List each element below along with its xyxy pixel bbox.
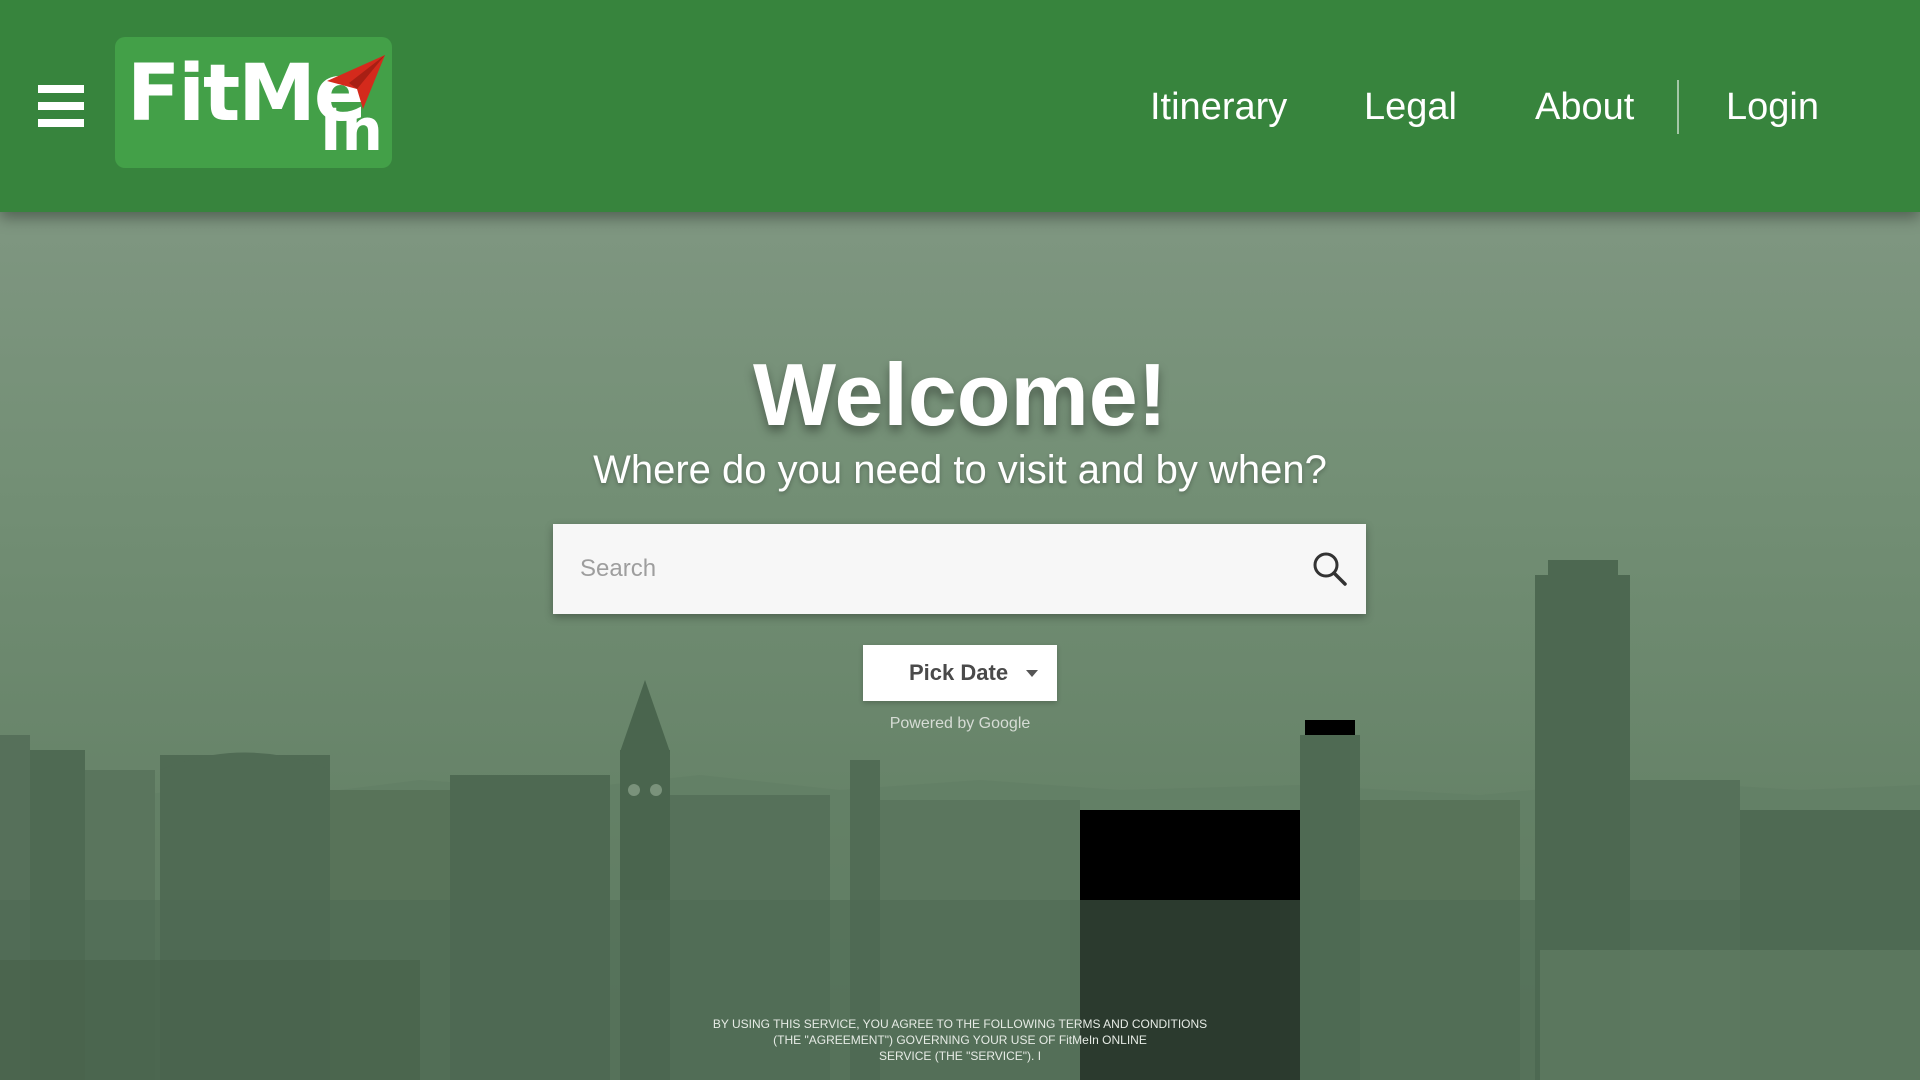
powered-by-google: Powered by Google: [889, 715, 1031, 732]
nav-divider: [1677, 80, 1679, 134]
paper-plane-arrow-icon: [327, 55, 385, 109]
fitmein-logo[interactable]: FitMe In: [115, 37, 392, 168]
terms-line-2: (THE "AGREEMENT") GOVERNING YOUR USE OF …: [773, 1033, 1147, 1047]
search-button[interactable]: [1293, 524, 1366, 614]
pick-date-button[interactable]: Pick Date: [863, 645, 1057, 701]
welcome-subtitle: Where do you need to visit and by when?: [593, 448, 1327, 492]
nav-itinerary-link[interactable]: Itinerary: [1150, 80, 1287, 134]
nav-legal-link[interactable]: Legal: [1364, 80, 1457, 134]
nav-login-link[interactable]: Login: [1726, 80, 1819, 134]
caret-down-icon: [1026, 670, 1038, 677]
welcome-heading: Welcome!: [752, 345, 1168, 444]
search-icon: [1313, 552, 1347, 586]
search-box: [553, 524, 1366, 614]
terms-notice: BY USING THIS SERVICE, YOU AGREE TO THE …: [660, 1016, 1260, 1064]
pick-date-label: Pick Date: [909, 660, 1009, 685]
top-navigation-bar: FitMe In Itinerary Legal About Login: [0, 0, 1920, 212]
terms-line-1: BY USING THIS SERVICE, YOU AGREE TO THE …: [712, 1017, 1208, 1031]
hamburger-menu-icon[interactable]: [38, 85, 84, 127]
terms-line-3: SERVICE (THE "SERVICE"). I: [878, 1049, 1042, 1063]
search-input[interactable]: [553, 524, 1293, 614]
nav-about-link[interactable]: About: [1535, 80, 1634, 134]
